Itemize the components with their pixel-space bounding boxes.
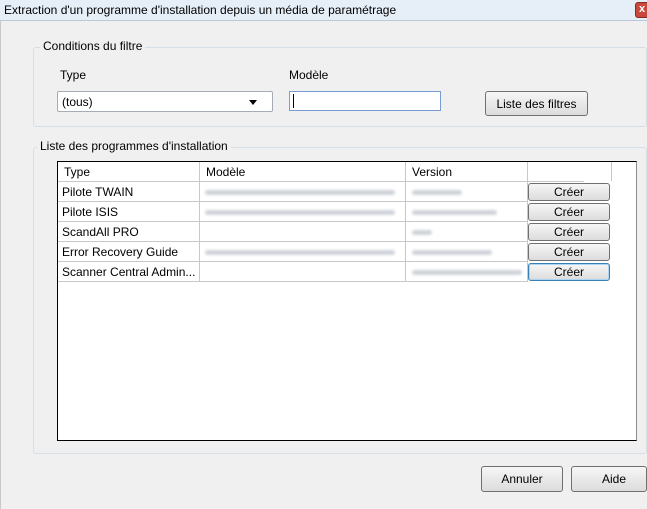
text-caret — [293, 94, 294, 108]
cell-version — [406, 182, 528, 202]
table-row[interactable]: Pilote ISIS Créer — [58, 202, 610, 222]
type-label: Type — [60, 68, 87, 82]
redacted-version — [412, 190, 462, 195]
cell-type: ScandAll PRO — [58, 222, 200, 242]
cell-version — [406, 202, 528, 222]
create-button[interactable]: Créer — [528, 203, 610, 221]
table-row[interactable]: Scanner Central Admin... Créer — [58, 262, 610, 282]
redacted-version — [412, 270, 522, 275]
model-input[interactable] — [289, 91, 441, 111]
filter-conditions-legend: Conditions du filtre — [40, 39, 146, 53]
redacted-version — [412, 230, 432, 235]
create-button[interactable]: Créer — [528, 223, 610, 241]
type-select-value: (tous) — [62, 95, 93, 109]
redacted-model — [205, 210, 395, 215]
cell-model — [200, 242, 406, 262]
column-header-model[interactable]: Modèle — [200, 162, 406, 181]
cell-version — [406, 222, 528, 242]
cell-type: Error Recovery Guide — [58, 242, 200, 262]
close-icon: x — [639, 3, 646, 15]
redacted-version — [412, 250, 492, 255]
column-header-version[interactable]: Version — [406, 162, 528, 181]
cancel-button[interactable]: Annuler — [481, 466, 563, 492]
table-row[interactable]: ScandAll PRO Créer — [58, 222, 610, 242]
cell-model — [200, 202, 406, 222]
table-row[interactable]: Error Recovery Guide Créer — [58, 242, 610, 262]
window-left-border — [0, 21, 1, 509]
close-button[interactable]: x — [635, 2, 647, 18]
cell-model — [200, 222, 406, 242]
type-select[interactable]: (tous) — [57, 91, 273, 112]
redacted-model — [205, 190, 395, 195]
cell-type: Pilote TWAIN — [58, 182, 200, 202]
model-label: Modèle — [289, 68, 329, 82]
table-row[interactable]: Pilote TWAIN Créer — [58, 182, 610, 202]
create-button[interactable]: Créer — [528, 183, 610, 201]
cell-version — [406, 242, 528, 262]
title-bar: Extraction d'un programme d'installation… — [0, 0, 647, 21]
table-header: Type Modèle Version — [58, 162, 612, 182]
window-title: Extraction d'un programme d'installation… — [4, 3, 397, 17]
column-header-type[interactable]: Type — [58, 162, 200, 181]
redacted-model — [205, 250, 395, 255]
help-button[interactable]: Aide — [571, 466, 647, 492]
cell-model — [200, 182, 406, 202]
cell-version — [406, 262, 528, 282]
create-button[interactable]: Créer — [528, 243, 610, 261]
installers-list-legend: Liste des programmes d'installation — [37, 139, 231, 153]
cell-model — [200, 262, 406, 282]
cell-type: Scanner Central Admin... — [58, 262, 200, 282]
installers-table: Type Modèle Version Pilote TWAIN Créer P… — [57, 161, 637, 441]
chevron-down-icon — [249, 100, 257, 105]
column-header-action — [528, 162, 612, 181]
cell-type: Pilote ISIS — [58, 202, 200, 222]
redacted-version — [412, 210, 497, 215]
filter-list-button[interactable]: Liste des filtres — [485, 91, 588, 116]
create-button[interactable]: Créer — [528, 263, 610, 281]
